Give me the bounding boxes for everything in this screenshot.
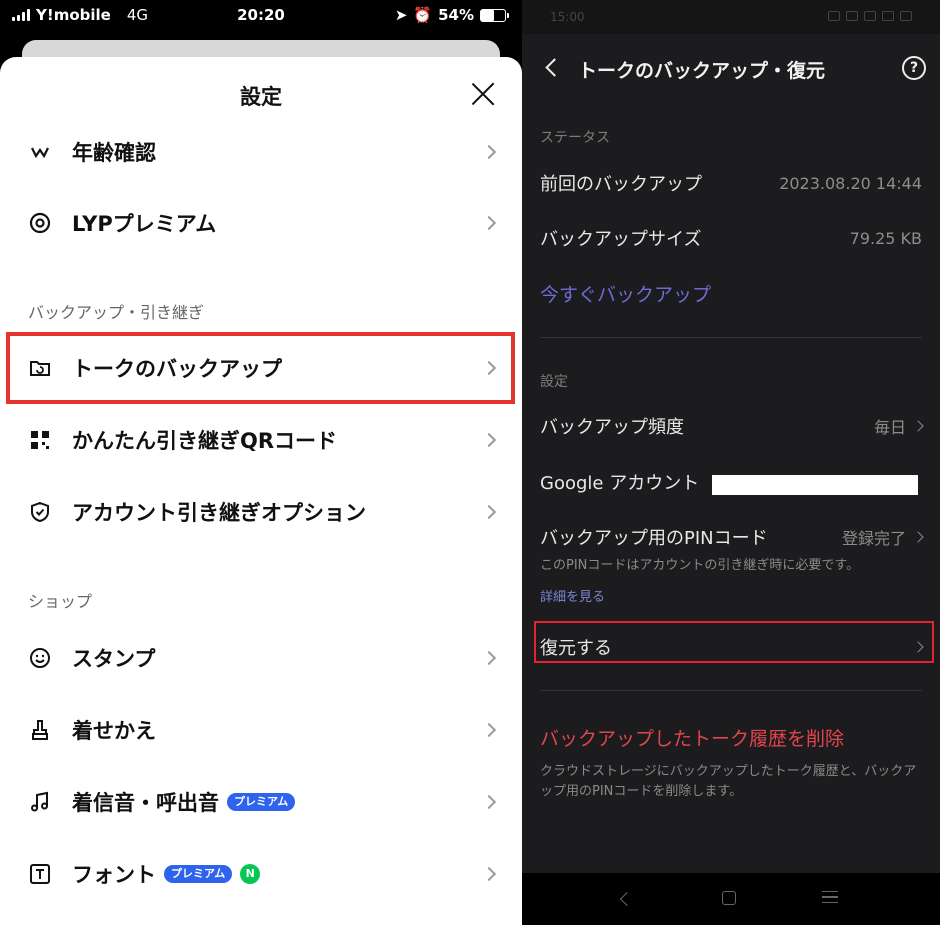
frequency-value: 毎日 bbox=[873, 418, 906, 437]
row-label: LYPプレミアム bbox=[72, 212, 217, 236]
divider bbox=[540, 690, 922, 691]
row-label: 着信音・呼出音 プレミアム bbox=[72, 787, 296, 817]
premium-badge: プレミアム bbox=[227, 793, 296, 811]
divider bbox=[540, 337, 922, 338]
highlight-box bbox=[534, 621, 934, 663]
settings-row-lyp-premium[interactable]: LYPプレミアム bbox=[0, 188, 522, 258]
close-button[interactable] bbox=[470, 81, 496, 107]
settings-sheet: 設定 年齢確認 LYPプレミアム バックアップ・引き継ぎ トークのバックアップ bbox=[0, 57, 522, 925]
shield-icon bbox=[27, 499, 53, 525]
backup-size-row: バックアップサイズ 79.25 KB bbox=[540, 223, 922, 253]
settings-row-qr-transfer[interactable]: かんたん引き継ぎQRコード bbox=[0, 405, 522, 475]
page-title: トークのバックアップ・復元 bbox=[578, 60, 826, 82]
chevron-right-icon bbox=[481, 722, 497, 738]
backup-now-link[interactable]: 今すぐバックアップ bbox=[540, 280, 711, 307]
row-label: かんたん引き継ぎQRコード bbox=[72, 429, 338, 453]
back-arrow-icon[interactable] bbox=[545, 58, 564, 77]
pin-note: このPINコードはアカウントの引き継ぎ時に必要です。 bbox=[540, 558, 860, 573]
page-title: 設定 bbox=[240, 85, 282, 109]
battery-percent: 54% bbox=[438, 6, 474, 24]
last-backup-label: 前回のバックアップ bbox=[540, 174, 702, 195]
chevron-right-icon bbox=[481, 432, 497, 448]
settings-row-account-transfer[interactable]: アカウント引き継ぎオプション bbox=[0, 477, 522, 547]
premium-icon bbox=[27, 210, 53, 236]
alarm-icon: ⏰ bbox=[413, 6, 433, 24]
qr-code-icon bbox=[27, 427, 53, 453]
pin-details-link[interactable]: 詳細を見る bbox=[540, 586, 605, 605]
settings-row-fonts[interactable]: フォント プレミアム N bbox=[0, 839, 522, 909]
settings-row-age-verification[interactable]: 年齢確認 bbox=[0, 117, 522, 187]
chevron-right-icon bbox=[481, 650, 497, 666]
ios-status-bar: Y!mobile 4G 20:20 ➤ ⏰ 54% bbox=[0, 0, 522, 30]
status-icons bbox=[828, 11, 912, 21]
backup-frequency-row[interactable]: バックアップ頻度 毎日 bbox=[540, 411, 924, 441]
music-note-icon bbox=[27, 789, 53, 815]
android-backup-screen: 15:00 トークのバックアップ・復元 ? ステータス 前回のバックアップ 20… bbox=[522, 0, 940, 925]
delete-note: クラウドストレージにバックアップしたトーク履歴と、バックアップ用のPINコードを… bbox=[540, 764, 917, 799]
ios-settings-screen: Y!mobile 4G 20:20 ➤ ⏰ 54% 設定 年齢確認 LYPプレミ… bbox=[0, 0, 522, 925]
section-header-status: ステータス bbox=[540, 130, 610, 146]
chevron-right-icon bbox=[912, 420, 924, 432]
section-header-settings: 設定 bbox=[540, 374, 568, 390]
battery-icon bbox=[480, 8, 509, 22]
frequency-label: バックアップ頻度 bbox=[540, 417, 684, 438]
chevron-right-icon bbox=[912, 531, 924, 543]
smiley-icon bbox=[27, 645, 53, 671]
brush-icon bbox=[27, 717, 53, 743]
pin-value: 登録完了 bbox=[841, 529, 906, 548]
backup-size-value: 79.25 KB bbox=[849, 228, 922, 248]
delete-backup-link[interactable]: バックアップしたトーク履歴を削除 bbox=[540, 724, 844, 751]
status-time: 15:00 bbox=[550, 10, 585, 24]
premium-badge: プレミアム bbox=[164, 865, 233, 883]
last-backup-value: 2023.08.20 14:44 bbox=[779, 173, 922, 193]
android-status-bar: 15:00 bbox=[522, 0, 940, 34]
row-label: 着せかえ bbox=[72, 719, 156, 743]
google-account-label: Google アカウント bbox=[540, 473, 700, 494]
settings-row-ringtones[interactable]: 着信音・呼出音 プレミアム bbox=[0, 767, 522, 837]
pin-label: バックアップ用のPINコード bbox=[540, 528, 768, 549]
row-label-text: 着信音・呼出音 bbox=[72, 791, 219, 815]
status-right: ➤ ⏰ 54% bbox=[394, 6, 509, 24]
settings-row-stickers[interactable]: スタンプ bbox=[0, 623, 522, 693]
frequency-value-wrap: 毎日 bbox=[873, 414, 924, 438]
location-icon: ➤ bbox=[394, 6, 408, 24]
android-nav-bar bbox=[522, 873, 940, 925]
id-check-icon bbox=[27, 139, 53, 165]
new-badge: N bbox=[240, 864, 261, 884]
nav-menu-icon[interactable] bbox=[822, 891, 838, 903]
chevron-right-icon bbox=[481, 144, 497, 160]
font-icon bbox=[27, 861, 53, 887]
chevron-right-icon bbox=[481, 504, 497, 520]
section-header-shop: ショップ bbox=[28, 592, 93, 611]
row-label-text: フォント bbox=[72, 863, 156, 887]
last-backup-row: 前回のバックアップ 2023.08.20 14:44 bbox=[540, 168, 922, 198]
row-label: スタンプ bbox=[72, 647, 156, 671]
nav-home-icon[interactable] bbox=[722, 891, 736, 905]
backup-size-label: バックアップサイズ bbox=[540, 229, 702, 250]
chevron-right-icon bbox=[481, 215, 497, 231]
row-label: 年齢確認 bbox=[72, 141, 156, 165]
pin-value-wrap: 登録完了 bbox=[841, 525, 924, 549]
redacted-account bbox=[712, 475, 918, 495]
pin-code-row[interactable]: バックアップ用のPINコード 登録完了 bbox=[540, 522, 924, 552]
row-label: アカウント引き継ぎオプション bbox=[72, 501, 366, 525]
section-header-backup: バックアップ・引き継ぎ bbox=[28, 303, 205, 322]
chevron-right-icon bbox=[481, 866, 497, 882]
nav-back-icon[interactable] bbox=[619, 891, 635, 907]
help-icon[interactable]: ? bbox=[902, 56, 926, 80]
chevron-right-icon bbox=[481, 794, 497, 810]
app-header: トークのバックアップ・復元 ? bbox=[522, 34, 940, 100]
row-label: フォント プレミアム N bbox=[72, 859, 261, 889]
highlight-box bbox=[6, 332, 515, 404]
settings-row-themes[interactable]: 着せかえ bbox=[0, 695, 522, 765]
